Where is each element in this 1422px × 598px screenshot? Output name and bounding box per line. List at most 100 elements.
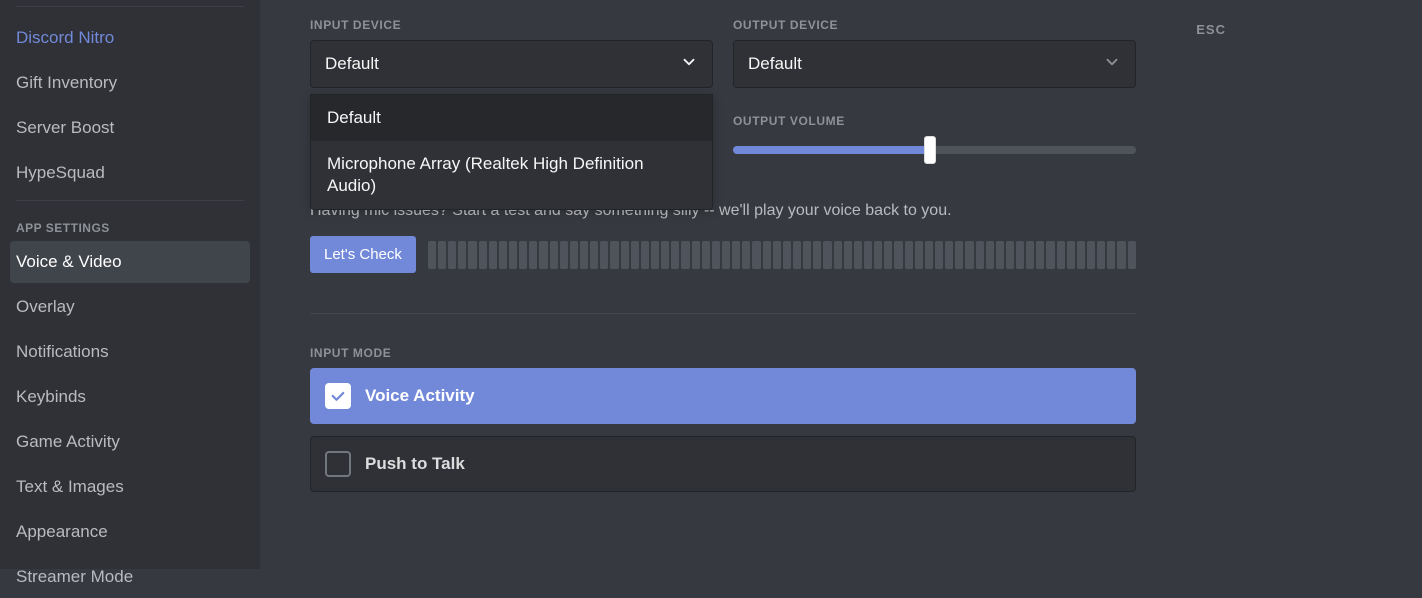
vu-bar	[823, 241, 831, 269]
sidebar-header-app-settings: APP SETTINGS	[10, 211, 250, 241]
divider	[16, 6, 244, 7]
vu-bar	[590, 241, 598, 269]
lets-check-button[interactable]: Let's Check	[310, 236, 416, 273]
vu-bar	[448, 241, 456, 269]
vu-bar	[834, 241, 842, 269]
mic-level-meter	[428, 241, 1136, 269]
vu-bar	[1097, 241, 1105, 269]
input-mode-voice-activity[interactable]: Voice Activity	[310, 368, 1136, 424]
vu-bar	[1036, 241, 1044, 269]
input-device-dropdown: Default Microphone Array (Realtek High D…	[310, 94, 713, 210]
slider-thumb[interactable]	[924, 136, 936, 164]
input-mode-push-to-talk[interactable]: Push to Talk	[310, 436, 1136, 492]
vu-bar	[894, 241, 902, 269]
vu-bar	[884, 241, 892, 269]
sidebar-item-appearance[interactable]: Appearance	[10, 511, 250, 553]
vu-bar	[702, 241, 710, 269]
vu-bar	[479, 241, 487, 269]
vu-bar	[438, 241, 446, 269]
sidebar-item-discord-nitro[interactable]: Discord Nitro	[10, 17, 250, 59]
input-mode-label: INPUT MODE	[310, 346, 1136, 360]
vu-bar	[499, 241, 507, 269]
vu-bar	[1067, 241, 1075, 269]
vu-bar	[1087, 241, 1095, 269]
vu-bar	[1046, 241, 1054, 269]
vu-bar	[905, 241, 913, 269]
vu-bar	[570, 241, 578, 269]
vu-bar	[742, 241, 750, 269]
sidebar-item-text-images[interactable]: Text & Images	[10, 466, 250, 508]
vu-bar	[854, 241, 862, 269]
vu-bar	[986, 241, 994, 269]
sidebar-item-streamer-mode[interactable]: Streamer Mode	[10, 556, 250, 598]
vu-bar	[509, 241, 517, 269]
vu-bar	[1128, 241, 1136, 269]
divider	[16, 200, 244, 201]
vu-bar	[722, 241, 730, 269]
vu-bar	[610, 241, 618, 269]
vu-bar	[955, 241, 963, 269]
settings-content: INPUT DEVICE Default Default Microphone …	[310, 0, 1136, 569]
vu-bar	[631, 241, 639, 269]
input-device-select[interactable]: Default	[310, 40, 713, 88]
vu-bar	[773, 241, 781, 269]
vu-bar	[539, 241, 547, 269]
vu-bar	[945, 241, 953, 269]
sidebar-item-keybinds[interactable]: Keybinds	[10, 376, 250, 418]
vu-bar	[580, 241, 588, 269]
mode-label: Voice Activity	[365, 386, 475, 406]
vu-bar	[864, 241, 872, 269]
vu-bar	[550, 241, 558, 269]
vu-bar	[996, 241, 1004, 269]
vu-bar	[489, 241, 497, 269]
vu-bar	[844, 241, 852, 269]
dropdown-option-default[interactable]: Default	[311, 95, 712, 141]
vu-bar	[621, 241, 629, 269]
checkbox-checked-icon	[325, 383, 351, 409]
vu-bar	[935, 241, 943, 269]
sidebar-item-voice-video[interactable]: Voice & Video	[10, 241, 250, 283]
sidebar-item-game-activity[interactable]: Game Activity	[10, 421, 250, 463]
output-device-select[interactable]: Default	[733, 40, 1136, 88]
vu-bar	[925, 241, 933, 269]
checkbox-unchecked-icon	[325, 451, 351, 477]
mode-label: Push to Talk	[365, 454, 465, 474]
vu-bar	[641, 241, 649, 269]
vu-bar	[1026, 241, 1034, 269]
vu-bar	[965, 241, 973, 269]
slider-fill	[733, 146, 930, 154]
chevron-down-icon	[1103, 53, 1121, 76]
vu-bar	[874, 241, 882, 269]
input-device-value: Default	[325, 54, 379, 74]
output-device-label: OUTPUT DEVICE	[733, 18, 1136, 32]
vu-bar	[681, 241, 689, 269]
vu-bar	[458, 241, 466, 269]
vu-bar	[1117, 241, 1125, 269]
vu-bar	[560, 241, 568, 269]
vu-bar	[671, 241, 679, 269]
output-volume-label: OUTPUT VOLUME	[733, 114, 1136, 128]
dropdown-option-mic-array[interactable]: Microphone Array (Realtek High Definitio…	[311, 141, 712, 209]
divider	[310, 313, 1136, 314]
vu-bar	[763, 241, 771, 269]
vu-bar	[600, 241, 608, 269]
sidebar-item-server-boost[interactable]: Server Boost	[10, 107, 250, 149]
vu-bar	[803, 241, 811, 269]
vu-bar	[783, 241, 791, 269]
sidebar-item-overlay[interactable]: Overlay	[10, 286, 250, 328]
output-volume-slider[interactable]	[733, 146, 1136, 154]
vu-bar	[651, 241, 659, 269]
sidebar-item-notifications[interactable]: Notifications	[10, 331, 250, 373]
esc-label[interactable]: ESC	[1196, 22, 1226, 37]
sidebar-item-gift-inventory[interactable]: Gift Inventory	[10, 62, 250, 104]
vu-bar	[1057, 241, 1065, 269]
settings-sidebar: Discord Nitro Gift Inventory Server Boos…	[0, 0, 260, 569]
vu-bar	[529, 241, 537, 269]
vu-bar	[428, 241, 436, 269]
vu-bar	[661, 241, 669, 269]
vu-bar	[468, 241, 476, 269]
vu-bar	[1077, 241, 1085, 269]
vu-bar	[976, 241, 984, 269]
sidebar-item-hypesquad[interactable]: HypeSquad	[10, 152, 250, 194]
vu-bar	[1006, 241, 1014, 269]
